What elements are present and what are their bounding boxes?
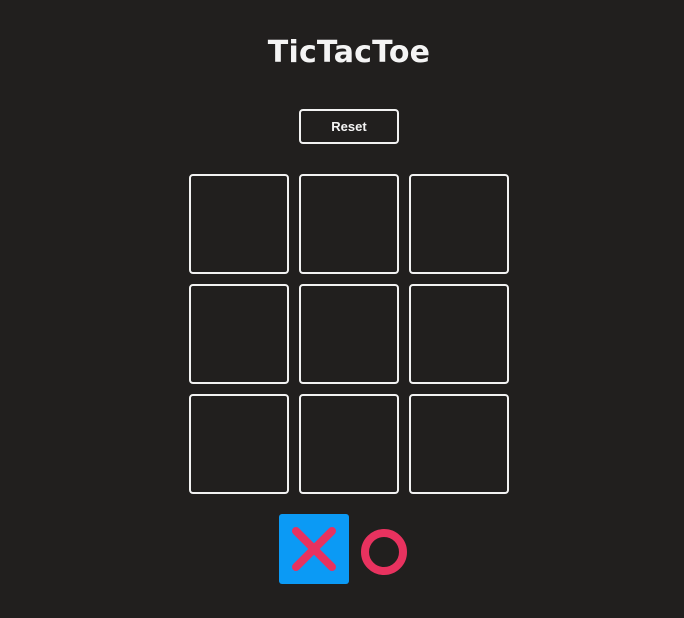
turn-indicator xyxy=(279,514,419,584)
board-cell[interactable] xyxy=(409,174,509,274)
board-cell[interactable] xyxy=(299,394,399,494)
board-cell[interactable] xyxy=(189,284,289,384)
board-cell[interactable] xyxy=(189,394,289,494)
board-cell[interactable] xyxy=(409,394,509,494)
tictactoe-app: TicTacToe Reset xyxy=(0,0,684,618)
reset-button[interactable]: Reset xyxy=(299,109,399,144)
player-x-toggle[interactable] xyxy=(279,514,349,584)
player-o-toggle[interactable] xyxy=(355,514,415,584)
o-mark-icon xyxy=(361,529,407,575)
board-cell[interactable] xyxy=(189,174,289,274)
x-mark-icon xyxy=(292,527,336,571)
game-board xyxy=(189,174,509,494)
page-title: TicTacToe xyxy=(267,35,431,70)
board-cell[interactable] xyxy=(409,284,509,384)
board-cell[interactable] xyxy=(299,284,399,384)
board-cell[interactable] xyxy=(299,174,399,274)
